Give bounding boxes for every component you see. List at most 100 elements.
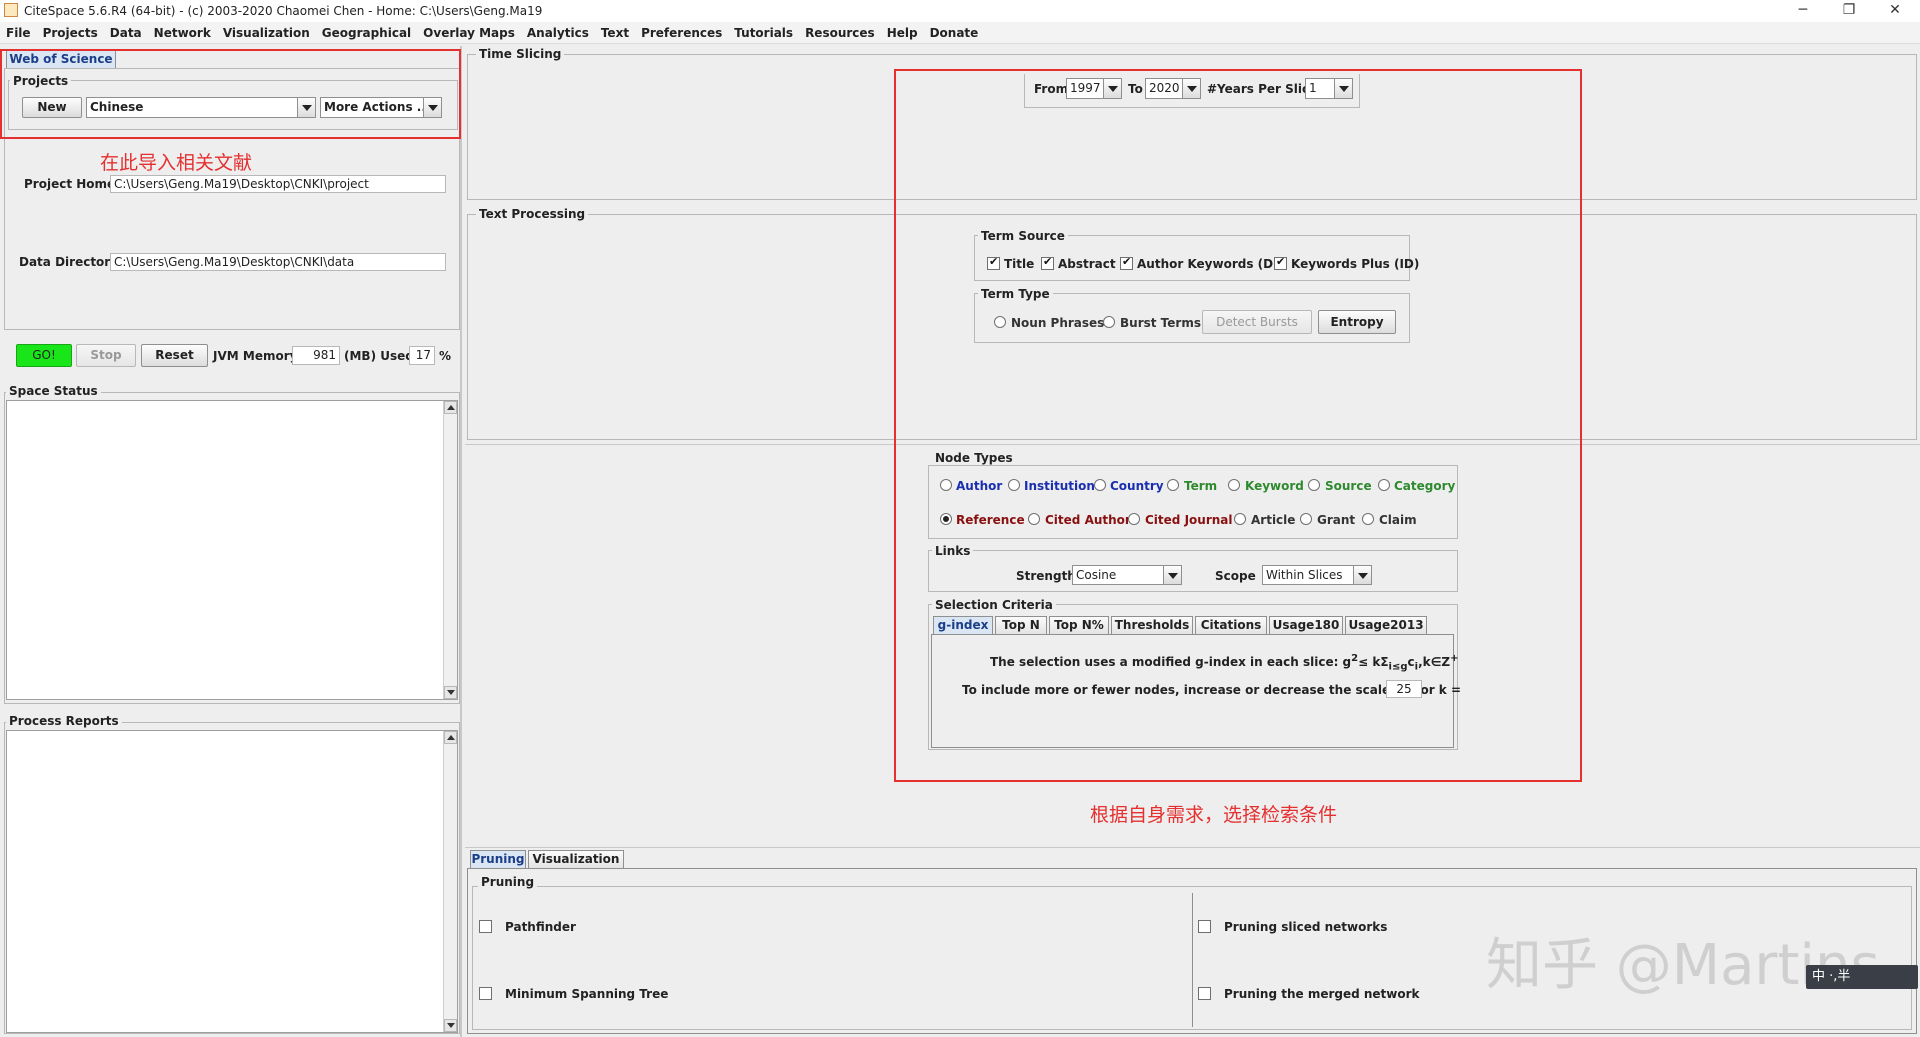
- data-directory-field[interactable]: C:\Users\Geng.Ma19\Desktop\CNKI\data: [110, 253, 446, 271]
- menu-network[interactable]: Network: [154, 26, 211, 40]
- strength-select[interactable]: Cosine: [1072, 565, 1182, 585]
- tab-usage2013[interactable]: Usage2013: [1345, 616, 1427, 634]
- node-types-title: Node Types: [932, 451, 1016, 465]
- tab-web-of-science[interactable]: Web of Science: [6, 50, 116, 68]
- entropy-button[interactable]: Entropy: [1318, 310, 1396, 334]
- project-home-field[interactable]: C:\Users\Geng.Ma19\Desktop\CNKI\project: [110, 175, 446, 193]
- from-label: From: [1034, 82, 1069, 96]
- scroll-up-icon[interactable]: [444, 401, 457, 414]
- author-keywords-label: Author Keywords (DE): [1137, 257, 1287, 271]
- k-value-field[interactable]: 25: [1386, 680, 1422, 698]
- new-project-button[interactable]: New: [22, 97, 82, 118]
- burst-terms-radio[interactable]: [1103, 316, 1115, 328]
- reset-button[interactable]: Reset: [141, 344, 208, 367]
- tab-top-n[interactable]: Top N: [995, 616, 1047, 634]
- detect-bursts-button[interactable]: Detect Bursts: [1202, 310, 1312, 334]
- space-status-scrollbar[interactable]: [443, 401, 457, 699]
- cited-journal-radio[interactable]: [1128, 513, 1140, 525]
- keywords-plus-checkbox[interactable]: [1274, 255, 1287, 270]
- chevron-down-icon: [1353, 566, 1371, 584]
- tab-g-index[interactable]: g-index: [933, 616, 993, 634]
- claim-label: Claim: [1379, 513, 1417, 527]
- pruning-sliced-checkbox[interactable]: [1198, 920, 1211, 933]
- project-select-value: Chinese: [90, 100, 144, 114]
- app-icon: [4, 3, 18, 17]
- menu-overlay-maps[interactable]: Overlay Maps: [423, 26, 515, 40]
- pruning-divider: [1192, 893, 1193, 1027]
- menu-file[interactable]: File: [6, 26, 31, 40]
- institution-radio[interactable]: [1008, 479, 1020, 491]
- menu-preferences[interactable]: Preferences: [641, 26, 722, 40]
- menu-tutorials[interactable]: Tutorials: [734, 26, 793, 40]
- claim-radio[interactable]: [1362, 513, 1374, 525]
- author-keywords-checkbox[interactable]: [1120, 255, 1133, 270]
- menu-help[interactable]: Help: [887, 26, 918, 40]
- chevron-down-icon: [1103, 79, 1121, 98]
- stop-button[interactable]: Stop: [76, 344, 136, 367]
- process-reports-scrollbar[interactable]: [443, 731, 457, 1032]
- menu-analytics[interactable]: Analytics: [527, 26, 589, 40]
- tab-thresholds[interactable]: Thresholds: [1111, 616, 1193, 634]
- cited-author-label: Cited Author: [1045, 513, 1131, 527]
- from-year-select[interactable]: 1997: [1066, 78, 1122, 99]
- category-radio[interactable]: [1378, 479, 1390, 491]
- pruning-merged-checkbox[interactable]: [1198, 987, 1211, 1000]
- term-source-title: Term Source: [978, 229, 1068, 243]
- go-button[interactable]: GO!: [16, 344, 72, 367]
- menu-visualization[interactable]: Visualization: [223, 26, 310, 40]
- ime-indicator[interactable]: 中 ·,半: [1806, 965, 1918, 989]
- article-radio[interactable]: [1234, 513, 1246, 525]
- tab-usage180[interactable]: Usage180: [1269, 616, 1343, 634]
- projects-group-title: Projects: [10, 74, 72, 88]
- links-title: Links: [932, 544, 974, 558]
- institution-label: Institution: [1024, 479, 1095, 493]
- term-radio[interactable]: [1167, 479, 1179, 491]
- scroll-down-icon[interactable]: [444, 686, 457, 699]
- chevron-down-icon: [297, 98, 315, 117]
- to-year-select[interactable]: 2020: [1145, 78, 1201, 99]
- scroll-down-icon[interactable]: [444, 1019, 457, 1032]
- menu-resources[interactable]: Resources: [805, 26, 875, 40]
- menu-data[interactable]: Data: [110, 26, 142, 40]
- keyword-radio[interactable]: [1228, 479, 1240, 491]
- tab-citations[interactable]: Citations: [1195, 616, 1267, 634]
- country-label: Country: [1110, 479, 1164, 493]
- mst-checkbox[interactable]: [479, 987, 492, 1000]
- maximize-button[interactable]: ❐: [1826, 0, 1872, 22]
- formula-end: ,k∈Z: [1418, 655, 1451, 669]
- tab-visualization[interactable]: Visualization: [528, 850, 624, 868]
- reference-label: Reference: [956, 513, 1025, 527]
- menu-bar: File Projects Data Network Visualization…: [0, 22, 1920, 44]
- scope-value: Within Slices: [1266, 568, 1343, 582]
- source-radio[interactable]: [1308, 479, 1320, 491]
- more-actions-select[interactable]: More Actions ...: [320, 97, 442, 118]
- reference-radio[interactable]: [940, 513, 952, 525]
- country-radio[interactable]: [1094, 479, 1106, 491]
- cited-author-radio[interactable]: [1028, 513, 1040, 525]
- project-select[interactable]: Chinese: [86, 97, 316, 118]
- menu-text[interactable]: Text: [601, 26, 629, 40]
- minimize-button[interactable]: ─: [1780, 0, 1826, 22]
- process-reports-textarea[interactable]: [6, 730, 458, 1033]
- scope-select[interactable]: Within Slices: [1262, 565, 1372, 585]
- title-checkbox[interactable]: [987, 255, 1000, 270]
- scope-label: Scope: [1215, 569, 1256, 583]
- menu-projects[interactable]: Projects: [43, 26, 98, 40]
- years-per-slice-select[interactable]: 1: [1305, 78, 1353, 99]
- abstract-checkbox[interactable]: [1041, 255, 1054, 270]
- jvm-memory-label: JVM Memory: [213, 349, 298, 363]
- scroll-up-icon[interactable]: [444, 731, 457, 744]
- tab-top-n-percent[interactable]: Top N%: [1049, 616, 1109, 634]
- pathfinder-checkbox[interactable]: [479, 920, 492, 933]
- selection-criteria-title: Selection Criteria: [932, 598, 1056, 612]
- space-status-textarea[interactable]: [6, 400, 458, 700]
- tab-pruning[interactable]: Pruning: [470, 850, 526, 868]
- to-label: To: [1128, 82, 1143, 96]
- menu-donate[interactable]: Donate: [930, 26, 979, 40]
- menu-geographical[interactable]: Geographical: [322, 26, 411, 40]
- noun-phrases-radio[interactable]: [994, 316, 1006, 328]
- grant-radio[interactable]: [1300, 513, 1312, 525]
- project-home-label: Project Home:: [24, 177, 120, 191]
- author-radio[interactable]: [940, 479, 952, 491]
- close-button[interactable]: ✕: [1872, 0, 1918, 22]
